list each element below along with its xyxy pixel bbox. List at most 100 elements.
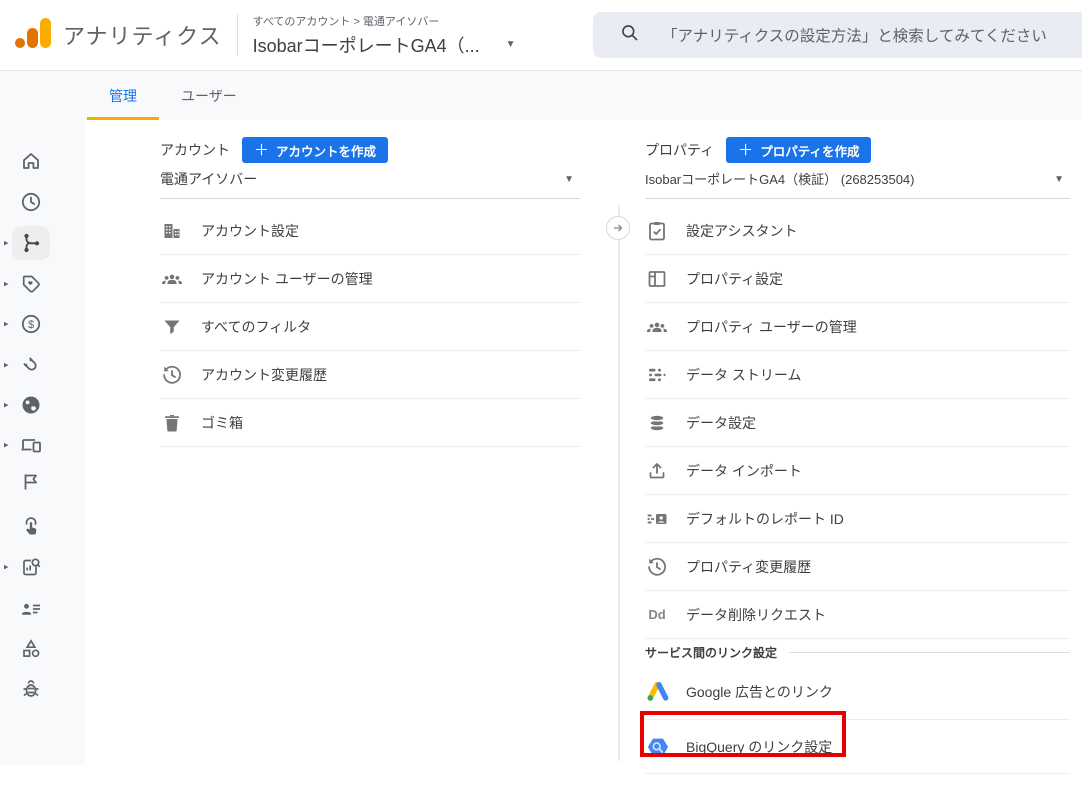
sidebar-item-custom-definitions[interactable] <box>0 632 85 666</box>
people-icon <box>160 267 184 291</box>
history-icon <box>160 363 184 387</box>
expand-caret-icon[interactable]: ▸ <box>4 319 9 330</box>
create-property-button[interactable]: ＋ プロパティを作成 <box>726 137 871 163</box>
building-icon <box>160 219 184 243</box>
list-item-label: すべてのフィルタ <box>201 317 311 337</box>
shapes-icon <box>12 632 50 666</box>
list-item-label: プロパティ ユーザーの管理 <box>686 317 857 337</box>
property-admin-list: 設定アシスタント プロパティ設定 <box>645 207 1070 774</box>
chevron-down-icon[interactable]: ▼ <box>506 39 516 50</box>
tab-user-label: ユーザー <box>181 86 237 106</box>
list-item-label: BigQuery のリンク設定 <box>686 737 832 757</box>
sidebar-item-tag[interactable]: ▸ <box>0 267 85 301</box>
account-selector-value: 電通アイソバー <box>160 170 564 189</box>
list-item-trash[interactable]: ゴミ箱 <box>160 399 580 447</box>
report-search-icon <box>12 550 50 584</box>
list-item-label: データ設定 <box>686 413 756 433</box>
search-icon <box>620 23 639 47</box>
arrow-right-icon <box>612 222 624 234</box>
sidebar-item-tech[interactable]: ▸ <box>0 428 85 462</box>
expand-caret-icon[interactable]: ▸ <box>4 360 9 371</box>
list-item-label: ゴミ箱 <box>201 413 243 433</box>
product-links-section-header: サービス間のリンク設定 <box>645 639 1070 665</box>
plus-icon: ＋ <box>738 143 753 158</box>
expand-caret-icon[interactable]: ▸ <box>4 562 9 573</box>
list-item-account-user-management[interactable]: アカウント ユーザーの管理 <box>160 255 580 303</box>
list-item-bigquery-link[interactable]: BigQuery のリンク設定 <box>645 720 1070 774</box>
stream-icon <box>645 363 669 387</box>
picker-value: IsobarコーポレートGA4（... <box>253 32 480 58</box>
property-selector[interactable]: IsobarコーポレートGA4（検証） (268253504) ▼ <box>645 170 1070 199</box>
sidebar-item-explore[interactable]: ▸ <box>0 550 85 584</box>
dollar-circle-icon: $ <box>12 307 50 341</box>
people-icon <box>645 315 669 339</box>
sidebar-item-realtime[interactable] <box>0 185 85 219</box>
svg-text:$: $ <box>28 319 34 331</box>
list-item-property-user-management[interactable]: プロパティ ユーザーの管理 <box>645 303 1070 351</box>
list-item-google-ads-link[interactable]: Google 広告とのリンク <box>645 665 1070 720</box>
list-item-label: アカウント ユーザーの管理 <box>201 269 373 289</box>
tab-admin[interactable]: 管理 <box>87 71 159 120</box>
list-item-all-filters[interactable]: すべてのフィルタ <box>160 303 580 351</box>
app-header: アナリティクス すべてのアカウント > 電通アイソバー Isobarコーポレート… <box>0 0 1082 71</box>
list-item-label: データ インポート <box>686 461 802 481</box>
list-item-label: 設定アシスタント <box>686 221 797 241</box>
list-item-account-settings[interactable]: アカウント設定 <box>160 207 580 255</box>
bigquery-icon <box>645 734 671 760</box>
search-placeholder: 「アナリティクスの設定方法」と検索してみてください <box>662 24 1047 46</box>
sidebar-item-flag[interactable] <box>0 465 85 499</box>
sidebar-item-audiences[interactable] <box>0 592 85 626</box>
list-item-data-import[interactable]: データ インポート <box>645 447 1070 495</box>
tab-user[interactable]: ユーザー <box>159 71 259 120</box>
attribution-nodes-icon <box>12 226 50 260</box>
user-list-icon <box>12 592 50 626</box>
touch-icon <box>12 509 50 543</box>
list-item-data-settings[interactable]: データ設定 <box>645 399 1070 447</box>
globe-icon <box>12 388 50 422</box>
expand-caret-icon[interactable]: ▸ <box>4 238 9 249</box>
sidebar-item-attribution[interactable]: ▸ <box>0 226 85 260</box>
list-item-property-change-history[interactable]: プロパティ変更履歴 <box>645 543 1070 591</box>
list-item-data-streams[interactable]: データ ストリーム <box>645 351 1070 399</box>
search-bar[interactable]: 「アナリティクスの設定方法」と検索してみてください <box>593 12 1082 58</box>
create-account-button[interactable]: ＋ アカウントを作成 <box>242 137 388 163</box>
dropdown-caret-icon: ▼ <box>564 174 574 185</box>
sidebar-item-audience[interactable]: ▸ <box>0 388 85 422</box>
google-analytics-logo[interactable] <box>14 16 54 55</box>
devices-icon <box>12 428 50 462</box>
list-item-setup-assistant[interactable]: 設定アシスタント <box>645 207 1070 255</box>
account-admin-list: アカウント設定 アカウント ユーザーの管理 <box>160 207 580 447</box>
tag-heart-icon <box>12 267 50 301</box>
expand-caret-icon[interactable]: ▸ <box>4 279 9 290</box>
sidebar-item-monetization[interactable]: ▸ $ <box>0 307 85 341</box>
section-title: サービス間のリンク設定 <box>645 644 777 661</box>
account-column: アカウント ＋ アカウントを作成 電通アイソバー ▼ アカウント設定 <box>160 137 580 447</box>
google-ads-icon <box>645 679 671 705</box>
list-item-label: Google 広告とのリンク <box>686 682 833 702</box>
property-column: プロパティ ＋ プロパティを作成 IsobarコーポレートGA4（検証） (26… <box>645 137 1070 774</box>
tab-bar: 管理 ユーザー <box>85 71 1082 120</box>
property-column-label: プロパティ <box>645 140 714 160</box>
sidebar-item-events[interactable] <box>0 509 85 543</box>
app-name: アナリティクス <box>63 19 222 51</box>
account-selector[interactable]: 電通アイソバー ▼ <box>160 170 580 199</box>
list-item-label: アカウント設定 <box>201 221 299 241</box>
section-divider <box>789 652 1070 653</box>
magnet-icon <box>12 348 50 382</box>
list-item-property-settings[interactable]: プロパティ設定 <box>645 255 1070 303</box>
header-divider <box>237 14 238 56</box>
list-item-label: データ ストリーム <box>686 365 801 385</box>
collapse-column-button[interactable] <box>606 216 630 240</box>
list-item-data-deletion-requests[interactable]: Dd データ削除リクエスト <box>645 591 1070 639</box>
account-property-picker[interactable]: すべてのアカウント > 電通アイソバー IsobarコーポレートGA4（... … <box>253 13 583 58</box>
list-item-account-change-history[interactable]: アカウント変更履歴 <box>160 351 580 399</box>
expand-caret-icon[interactable]: ▸ <box>4 400 9 411</box>
sidebar-item-debug[interactable] <box>0 672 85 706</box>
expand-caret-icon[interactable]: ▸ <box>4 440 9 451</box>
database-icon <box>645 411 669 435</box>
list-item-default-reporting-identity[interactable]: デフォルトのレポート ID <box>645 495 1070 543</box>
upload-icon <box>645 459 669 483</box>
sidebar-item-home[interactable] <box>0 144 85 178</box>
list-item-label: プロパティ変更履歴 <box>686 557 811 577</box>
sidebar-item-acquisition[interactable]: ▸ <box>0 348 85 382</box>
